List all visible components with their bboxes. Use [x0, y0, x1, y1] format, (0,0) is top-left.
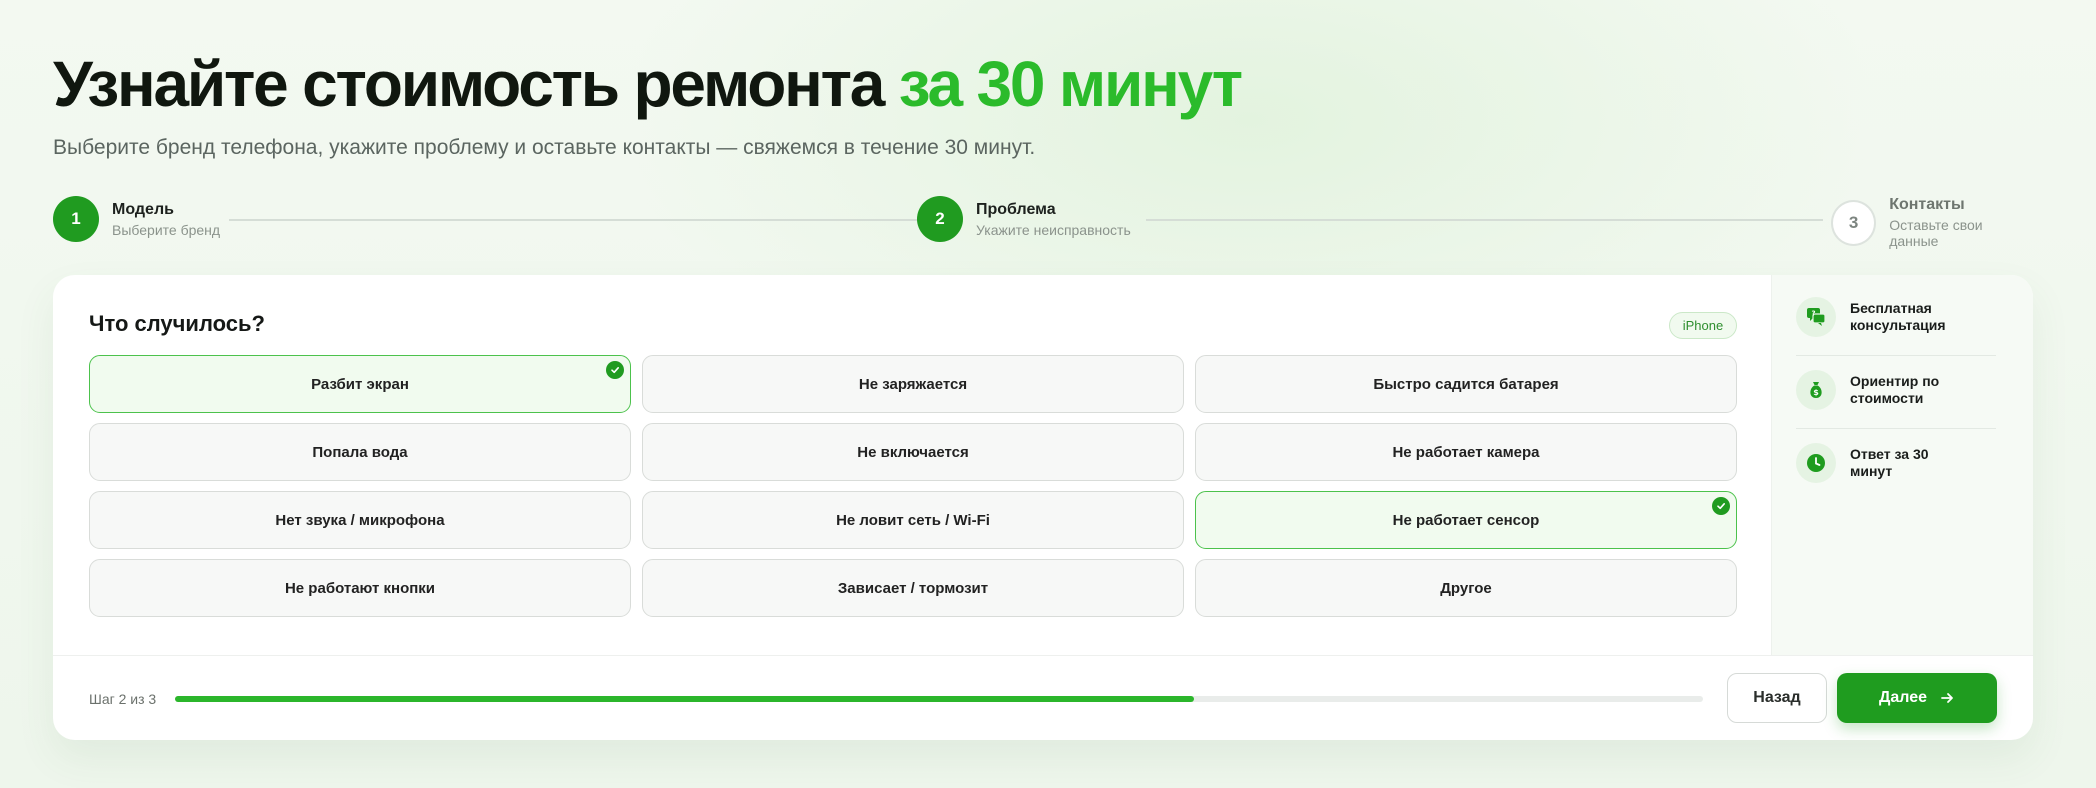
chat-question-icon: ? — [1796, 297, 1836, 337]
step-counter: Шаг 2 из 3 — [89, 691, 157, 707]
option-label: Не ловит сеть / Wi-Fi — [836, 511, 990, 529]
step-number: 2 — [917, 196, 963, 242]
option-other[interactable]: Другое — [1195, 559, 1737, 617]
option-label: Не заряжается — [858, 375, 968, 393]
stepper-line-1 — [229, 219, 947, 221]
step-subtitle: Выберите бренд — [112, 221, 221, 238]
question-title: Что случилось? — [89, 311, 265, 336]
benefit-label: Ориентир по стоимости — [1850, 373, 1940, 406]
page-subtitle: Выберите бренд телефона, укажите проблем… — [53, 136, 1036, 159]
benefits-sidebar: ? Бесплатная консультация $ Ориентир по … — [1771, 275, 2033, 655]
divider — [1796, 355, 1996, 356]
step-title: Проблема — [976, 200, 1056, 218]
option-battery-drains[interactable]: Быстро садится батарея — [1195, 355, 1737, 413]
title-accent: за 30 минут — [898, 48, 1243, 120]
option-label: Разбит экран — [311, 375, 409, 393]
benefit-consultation: ? Бесплатная консультация — [1796, 297, 1970, 337]
repair-form-card: Что случилось? iPhone Разбит экран Не за… — [53, 275, 2033, 740]
arrow-right-icon — [1939, 690, 1955, 706]
divider — [1796, 428, 1996, 429]
option-not-turning-on[interactable]: Не включается — [642, 423, 1184, 481]
step-subtitle: Оставьте свои данные — [1889, 217, 1983, 249]
stepper-line-2 — [1146, 219, 1823, 221]
benefit-label: Ответ за 30 минут — [1850, 446, 1929, 479]
check-icon — [606, 361, 624, 379]
option-touch-broken[interactable]: Не работает сенсор — [1195, 491, 1737, 549]
next-button-label: Далее — [1878, 689, 1928, 706]
page-title: Узнайте стоимость ремонта за 30 минут — [53, 48, 1243, 120]
clock-icon — [1796, 443, 1836, 483]
option-label: Не работают кнопки — [284, 579, 436, 597]
title-main: Узнайте стоимость ремонта — [53, 48, 899, 120]
svg-text:?: ? — [1811, 310, 1815, 318]
option-label: Другое — [1440, 579, 1492, 597]
option-label: Не работает сенсор — [1392, 511, 1540, 529]
option-camera-broken[interactable]: Не работает камера — [1195, 423, 1737, 481]
benefit-label: Бесплатная консультация — [1850, 300, 1946, 333]
option-no-network[interactable]: Не ловит сеть / Wi-Fi — [642, 491, 1184, 549]
device-badge: iPhone — [1669, 312, 1737, 339]
check-icon — [1712, 497, 1730, 515]
step-number: 1 — [53, 196, 99, 242]
next-button[interactable]: Далее — [1837, 673, 1997, 723]
progress-bar — [175, 696, 1703, 702]
option-no-sound[interactable]: Нет звука / микрофона — [89, 491, 631, 549]
option-not-charging[interactable]: Не заряжается — [642, 355, 1184, 413]
option-buttons-broken[interactable]: Не работают кнопки — [89, 559, 631, 617]
option-label: Нет звука / микрофона — [275, 511, 445, 529]
step-number: 3 — [1831, 199, 1877, 246]
form-footer: Шаг 2 из 3 Назад Далее — [53, 655, 2033, 740]
step-problem[interactable]: 2 Проблема Укажите неисправность — [917, 196, 1131, 242]
step-title: Модель — [112, 200, 174, 218]
option-label: Зависает / тормозит — [837, 579, 989, 597]
option-water-damage[interactable]: Попала вода — [89, 423, 631, 481]
problem-section: Что случилось? iPhone Разбит экран Не за… — [53, 275, 1771, 655]
option-label: Не работает камера — [1392, 443, 1540, 461]
option-freezing[interactable]: Зависает / тормозит — [642, 559, 1184, 617]
progress-fill — [175, 696, 1195, 702]
back-button[interactable]: Назад — [1727, 673, 1827, 723]
option-label: Не включается — [857, 443, 969, 461]
step-title: Контакты — [1889, 196, 1965, 213]
option-broken-screen[interactable]: Разбит экран — [89, 355, 631, 413]
stepper: 1 Модель Выберите бренд 2 Проблема Укажи… — [53, 196, 2033, 249]
option-label: Быстро садится батарея — [1373, 375, 1559, 393]
money-bag-icon: $ — [1796, 370, 1836, 410]
benefit-fast-reply: Ответ за 30 минут — [1796, 443, 1970, 483]
step-contacts: 3 Контакты Оставьте свои данные — [1831, 196, 2033, 249]
option-label: Попала вода — [312, 443, 408, 461]
step-model[interactable]: 1 Модель Выберите бренд — [53, 196, 220, 242]
svg-text:$: $ — [1813, 388, 1819, 397]
benefit-price-estimate: $ Ориентир по стоимости — [1796, 370, 1970, 410]
step-subtitle: Укажите неисправность — [976, 221, 1131, 238]
hero: Узнайте стоимость ремонта за 30 минут Вы… — [53, 48, 1243, 160]
